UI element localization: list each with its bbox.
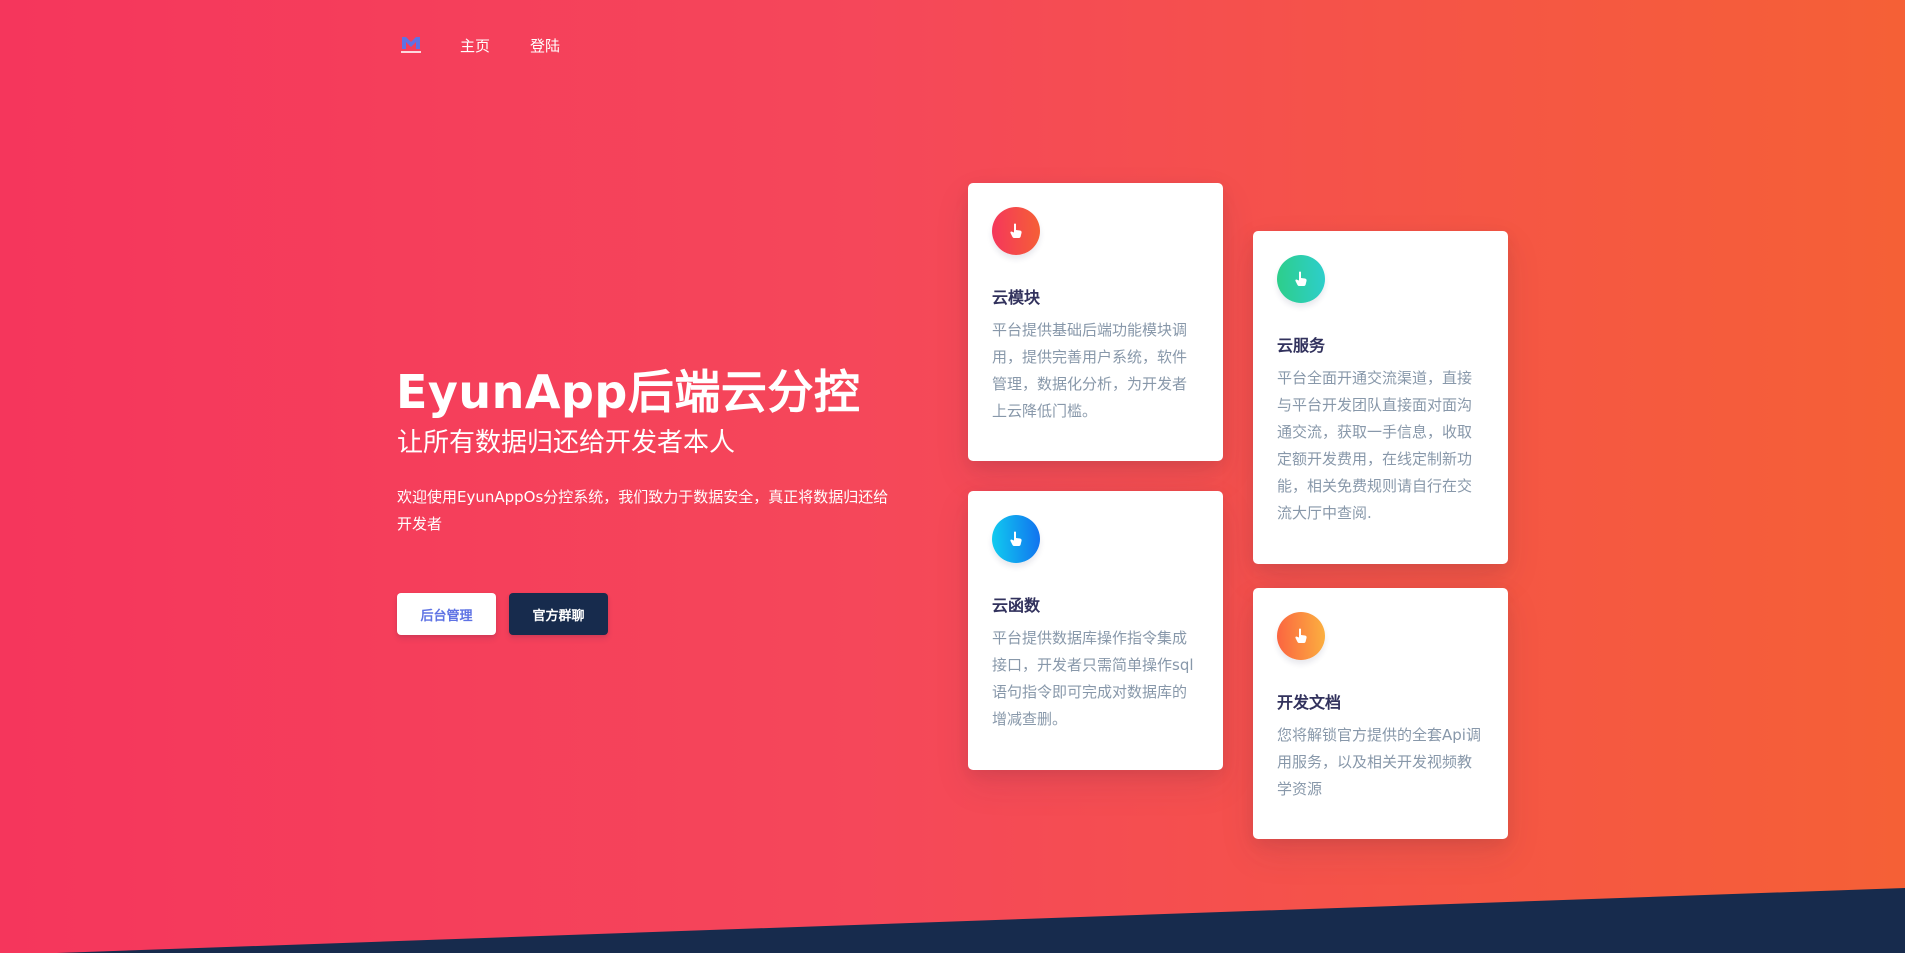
hand-pointer-icon: [992, 515, 1040, 563]
card-text: 您将解锁官方提供的全套Api调用服务，以及相关开发视频教学资源: [1277, 726, 1481, 798]
navbar: 主页 登陆: [398, 30, 600, 60]
nav-link-login[interactable]: 登陆: [530, 35, 560, 56]
group-chat-button[interactable]: 官方群聊: [509, 593, 608, 635]
eyun-logo-icon[interactable]: [398, 32, 424, 58]
hero-section: 主页 登陆 EyunApp后端云分控 让所有数据归还给开发者本人 欢迎使用Eyu…: [0, 0, 1905, 955]
card-title: 开发文档: [1277, 693, 1342, 712]
feature-card-dev-docs: 开发文档 您将解锁官方提供的全套Api调用服务，以及相关开发视频教学资源: [1253, 588, 1508, 839]
feature-card-cloud-service: 云服务 平台全面开通交流渠道，直接与平台开发团队直接面对面沟通交流，获取一手信息…: [1253, 231, 1508, 564]
card-title: 云函数: [992, 596, 1041, 615]
card-text: 平台提供基础后端功能模块调用，提供完善用户系统，软件管理，数据化分析，为开发者上…: [992, 321, 1188, 420]
feature-card-cloud-module: 云模块 平台提供基础后端功能模块调用，提供完善用户系统，软件管理，数据化分析，为…: [968, 183, 1223, 461]
page-title: EyunApp后端云分控: [396, 365, 861, 419]
admin-button[interactable]: 后台管理: [397, 593, 496, 635]
card-title: 云模块: [992, 288, 1041, 307]
hand-pointer-icon: [992, 207, 1040, 255]
hero-description: 欢迎使用EyunAppOs分控系统，我们致力于数据安全，真正将数据归还给开发者: [397, 488, 889, 533]
nav-link-home[interactable]: 主页: [460, 35, 490, 56]
card-title: 云服务: [1277, 336, 1326, 355]
bottom-skew-shape: [0, 888, 1905, 955]
card-text: 平台提供数据库操作指令集成接口，开发者只需简单操作sql语句指令即可完成对数据库…: [992, 629, 1194, 728]
card-text: 平台全面开通交流渠道，直接与平台开发团队直接面对面沟通交流，获取一手信息，收取定…: [1277, 369, 1473, 522]
page-subtitle: 让所有数据归还给开发者本人: [397, 428, 736, 458]
feature-card-cloud-function: 云函数 平台提供数据库操作指令集成接口，开发者只需简单操作sql语句指令即可完成…: [968, 491, 1223, 770]
hand-pointer-icon: [1277, 612, 1325, 660]
hand-pointer-icon: [1277, 255, 1325, 303]
